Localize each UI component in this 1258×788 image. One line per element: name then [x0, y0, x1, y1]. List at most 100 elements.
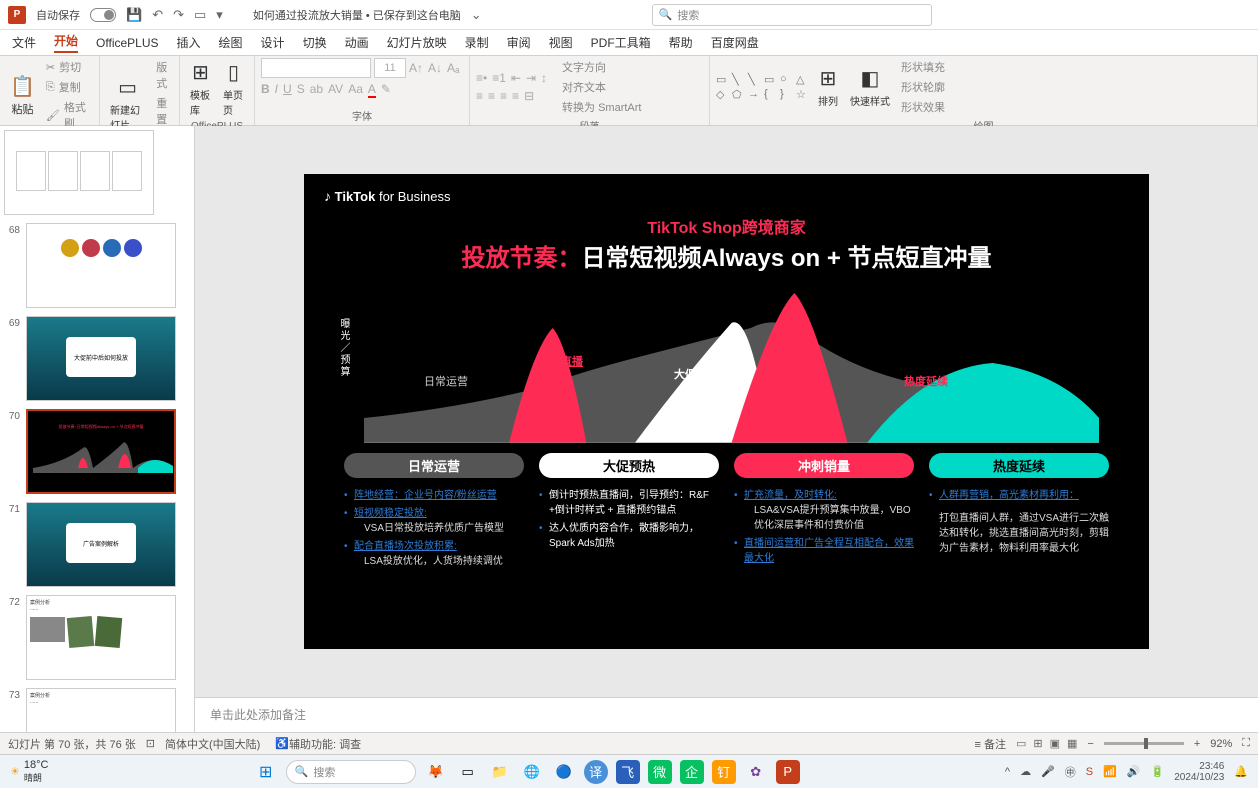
single-page-button[interactable]: ▯单页页: [219, 58, 248, 119]
task-app-7[interactable]: 企: [680, 760, 704, 784]
task-app-8[interactable]: 钉: [712, 760, 736, 784]
font-color-icon[interactable]: A: [368, 82, 376, 98]
slide-sorter-button[interactable]: ⊞模板库: [186, 58, 215, 119]
task-app-1[interactable]: 🦊: [424, 760, 448, 784]
task-powerpoint[interactable]: P: [776, 760, 800, 784]
thumbnail-68[interactable]: 68: [4, 223, 190, 308]
thumbnail-69[interactable]: 69 大促前中后如何投放: [4, 316, 190, 401]
font-size-input[interactable]: [374, 58, 406, 78]
menu-record[interactable]: 录制: [465, 34, 489, 51]
bullets-icon[interactable]: ≡•: [476, 71, 487, 85]
task-app-6[interactable]: 微: [648, 760, 672, 784]
task-app-9[interactable]: ✿: [744, 760, 768, 784]
bold-icon[interactable]: B: [261, 82, 270, 98]
start-button[interactable]: ⊞: [254, 760, 278, 784]
zoom-slider[interactable]: [1104, 742, 1184, 745]
slideshow-view-icon[interactable]: ▦: [1067, 737, 1077, 750]
text-direction-button[interactable]: 文字方向: [559, 58, 644, 76]
slide-counter[interactable]: 幻灯片 第 70 张，共 76 张: [8, 736, 136, 752]
change-case-icon[interactable]: Aa: [348, 82, 363, 98]
slide-canvas[interactable]: ♪ TikTok for Business TikTok Shop跨境商家 投放…: [195, 126, 1258, 697]
shape-fill-button[interactable]: 形状填充: [898, 58, 948, 76]
task-app-4[interactable]: 译: [584, 760, 608, 784]
tray-ime-icon[interactable]: ㊥: [1065, 764, 1076, 780]
tray-volume-icon[interactable]: 🔊: [1127, 765, 1141, 778]
layout-button[interactable]: 版式: [153, 58, 173, 92]
align-center-icon[interactable]: ≡: [488, 89, 495, 103]
search-input[interactable]: 🔍 搜索: [652, 4, 932, 26]
menu-review[interactable]: 审阅: [507, 34, 531, 51]
reset-button[interactable]: 重置: [153, 94, 173, 128]
task-edge[interactable]: 🌐: [520, 760, 544, 784]
tray-chevron-icon[interactable]: ^: [1005, 766, 1010, 778]
quick-styles-button[interactable]: ◧快速样式: [846, 64, 894, 110]
strikethrough-icon[interactable]: S: [297, 82, 305, 98]
notifications-icon[interactable]: 🔔: [1234, 765, 1248, 778]
shape-effects-button[interactable]: 形状效果: [898, 98, 948, 116]
task-app-2[interactable]: ▭: [456, 760, 480, 784]
copy-button[interactable]: ⎘复制: [43, 78, 93, 96]
autosave-toggle[interactable]: [90, 8, 116, 22]
highlight-icon[interactable]: ✎: [381, 82, 391, 98]
thumbnail-67[interactable]: [4, 130, 190, 215]
decrease-font-icon[interactable]: A↓: [428, 61, 442, 75]
indent-right-icon[interactable]: ⇥: [526, 71, 536, 85]
zoom-level[interactable]: 92%: [1210, 738, 1232, 750]
menu-view[interactable]: 视图: [549, 34, 573, 51]
tray-mic-icon[interactable]: 🎤: [1041, 765, 1055, 778]
redo-icon[interactable]: ↷: [173, 7, 184, 23]
sorter-view-icon[interactable]: ⊞: [1033, 737, 1042, 750]
docname-dropdown-icon[interactable]: ⌄: [471, 7, 482, 23]
undo-icon[interactable]: ↶: [152, 7, 163, 23]
align-left-icon[interactable]: ≡: [476, 89, 483, 103]
new-slide-button[interactable]: ▭ 新建幻灯片: [106, 73, 149, 134]
thumbnail-70[interactable]: 70 投放节奏: 日常短视频Always on + 节点短直冲量: [4, 409, 190, 494]
menu-pdftools[interactable]: PDF工具箱: [591, 34, 651, 51]
menu-animations[interactable]: 动画: [345, 34, 369, 51]
taskbar-search[interactable]: 🔍搜索: [286, 760, 416, 784]
menu-slideshow[interactable]: 幻灯片放映: [387, 34, 447, 51]
char-spacing-icon[interactable]: AV: [328, 82, 343, 98]
menu-draw[interactable]: 绘图: [219, 34, 243, 51]
underline-icon[interactable]: U: [283, 82, 292, 98]
convert-smartart-button[interactable]: 转换为 SmartArt: [559, 98, 644, 116]
qat-dropdown-icon[interactable]: ▾: [216, 7, 223, 23]
paste-button[interactable]: 📋 粘贴: [6, 72, 39, 119]
menu-officeplus[interactable]: OfficePLUS: [96, 36, 158, 50]
arrange-button[interactable]: ⊞排列: [814, 64, 842, 110]
clock[interactable]: 23:46 2024/10/23: [1174, 761, 1224, 783]
menu-baidu[interactable]: 百度网盘: [711, 34, 759, 51]
thumbnail-73[interactable]: 73 案例分析......: [4, 688, 190, 732]
thumbnail-71[interactable]: 71 广告案例解析: [4, 502, 190, 587]
language-status[interactable]: 简体中文(中国大陆): [165, 736, 260, 752]
line-spacing-icon[interactable]: ↕: [541, 71, 547, 85]
fit-window-icon[interactable]: ⛶: [1242, 737, 1250, 750]
menu-file[interactable]: 文件: [12, 34, 36, 51]
present-icon[interactable]: ▭: [194, 7, 206, 23]
increase-font-icon[interactable]: A↑: [409, 61, 423, 75]
clear-format-icon[interactable]: Aₐ: [447, 61, 459, 75]
tray-cloud-icon[interactable]: ☁: [1020, 765, 1031, 778]
shapes-gallery[interactable]: ▭╲╲▭○△ ◇⬠→{}☆: [716, 73, 810, 101]
shadow-icon[interactable]: ab: [310, 82, 323, 98]
zoom-in-button[interactable]: +: [1194, 738, 1200, 750]
numbering-icon[interactable]: ≡1: [492, 71, 506, 85]
columns-icon[interactable]: ⊟: [524, 89, 534, 103]
menu-help[interactable]: 帮助: [669, 34, 693, 51]
reading-view-icon[interactable]: ▣: [1050, 737, 1060, 750]
weather-widget[interactable]: ☀ 18°C晴朗: [10, 759, 48, 784]
menu-home[interactable]: 开始: [54, 32, 78, 53]
task-app-3[interactable]: 📁: [488, 760, 512, 784]
align-right-icon[interactable]: ≡: [500, 89, 507, 103]
task-chrome[interactable]: 🔵: [552, 760, 576, 784]
task-app-5[interactable]: 飞: [616, 760, 640, 784]
font-family-select[interactable]: [261, 58, 371, 78]
menu-insert[interactable]: 插入: [177, 34, 201, 51]
shape-outline-button[interactable]: 形状轮廓: [898, 78, 948, 96]
cut-button[interactable]: ✂剪切: [43, 58, 93, 76]
menu-design[interactable]: 设计: [261, 34, 285, 51]
thumbnail-panel[interactable]: 68 69 大促前中后如何投放 70 投放节奏: 日常短视频Always on …: [0, 126, 195, 732]
justify-icon[interactable]: ≡: [512, 89, 519, 103]
indent-left-icon[interactable]: ⇤: [511, 71, 521, 85]
tray-battery-icon[interactable]: 🔋: [1151, 765, 1165, 778]
